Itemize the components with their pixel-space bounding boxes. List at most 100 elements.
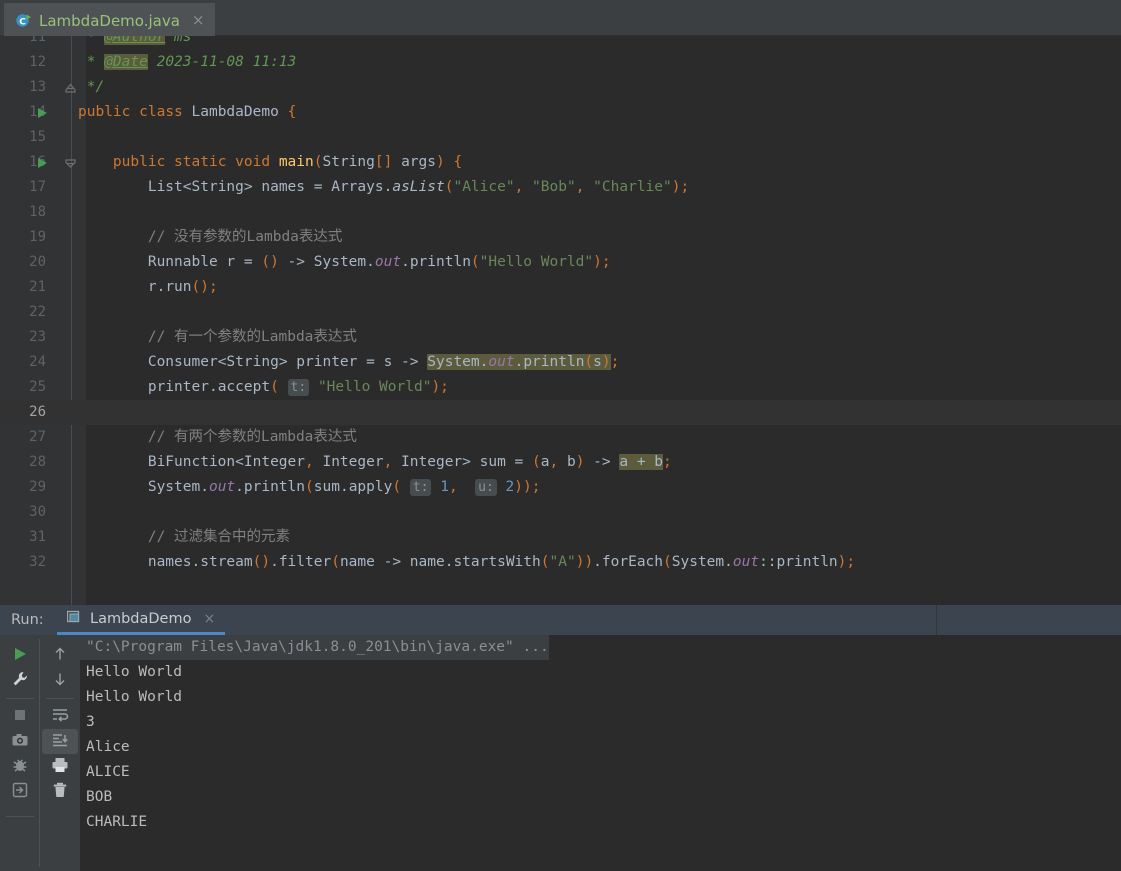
console-output[interactable]: "C:\Program Files\Java\jdk1.8.0_201\bin\… (80, 635, 1121, 871)
code-text: printer.accept( t: "Hello World"); (147, 379, 449, 396)
bug-icon (11, 756, 29, 778)
line-number: 21 (29, 279, 46, 295)
line-number: 24 (29, 354, 46, 370)
fold-marker-icon[interactable] (64, 81, 77, 94)
line-number: 29 (29, 479, 46, 495)
run-tab-lambdademo[interactable]: LambdaDemo × (57, 605, 226, 635)
next-occurrence-button[interactable] (42, 668, 78, 693)
code-text: // 有两个参数的Lambda表达式 (78, 429, 357, 445)
play-icon (11, 645, 29, 667)
editor-tab-label: LambdaDemo.java (39, 11, 180, 30)
code-text: names.stream().filter(name -> name.start… (147, 554, 856, 570)
code-line[interactable]: 18 (0, 200, 1121, 225)
console-window-icon (66, 609, 82, 628)
code-line[interactable]: 25 printer.accept( t: "Hello World"); (0, 375, 1121, 400)
line-number: 22 (29, 304, 46, 320)
code-text: r.run(); (147, 279, 218, 295)
code-line[interactable]: 29 System.out.println(sum.apply( t: 1, u… (0, 475, 1121, 500)
stop-button[interactable] (2, 704, 38, 729)
previous-occurrence-button[interactable] (42, 643, 78, 668)
code-line[interactable]: 12 * @Date 2023-11-08 11:13 (0, 50, 1121, 75)
fold-marker-icon[interactable] (64, 156, 77, 169)
trash-icon (51, 781, 69, 803)
soft-wrap-button[interactable] (42, 704, 78, 729)
console-line: ALICE (86, 764, 130, 780)
camera-icon (11, 731, 29, 753)
code-line[interactable]: 20 Runnable r = () -> System.out.println… (0, 250, 1121, 275)
line-number: 25 (29, 379, 46, 395)
code-line[interactable]: 23 // 有一个参数的Lambda表达式 (0, 325, 1121, 350)
code-line[interactable]: 28 BiFunction<Integer, Integer, Integer>… (0, 450, 1121, 475)
scroll-to-end-icon (51, 731, 69, 753)
code-line[interactable]: 22 (0, 300, 1121, 325)
scroll-to-end-button[interactable] (42, 729, 78, 754)
arrow-up-icon (51, 645, 69, 667)
line-number: 18 (29, 204, 46, 220)
console-line: Alice (86, 739, 130, 755)
code-line[interactable]: 32 names.stream().filter(name -> name.st… (0, 550, 1121, 575)
console-line: BOB (86, 789, 113, 805)
run-tab-label: LambdaDemo (90, 610, 192, 627)
code-text: * @Author ms (78, 36, 192, 50)
line-number: 19 (29, 229, 46, 245)
code-text: // 有一个参数的Lambda表达式 (78, 329, 357, 345)
run-tool-window: Run: LambdaDemo × "C:\Program Files\Java… (0, 605, 1121, 871)
run-toolbar-left[interactable] (0, 635, 40, 871)
line-number: 15 (29, 129, 46, 145)
soft-wrap-icon (51, 706, 69, 728)
code-text: public static void main(String[] args) { (112, 154, 463, 170)
clear-all-button[interactable] (42, 779, 78, 804)
code-line[interactable]: 30 (0, 500, 1121, 525)
edit-configurations-button[interactable] (2, 668, 38, 693)
code-editor[interactable]: 11 * @Author ms 12 * @Date 2023-11-08 11:… (0, 36, 1121, 605)
console-folded-line[interactable]: "C:\Program Files\Java\jdk1.8.0_201\bin\… (80, 635, 549, 660)
editor-tab-lambdademo[interactable]: C LambdaDemo.java × (4, 3, 216, 36)
run-toolbar-right[interactable] (40, 635, 80, 871)
code-text: * @Date 2023-11-08 11:13 (78, 54, 297, 70)
code-line[interactable]: 11 * @Author ms (0, 36, 1121, 50)
line-number: 11 (29, 36, 46, 45)
rerun-button[interactable] (2, 643, 38, 668)
code-text: Consumer<String> printer = s -> System.o… (147, 354, 620, 370)
stop-square-icon (11, 706, 29, 728)
run-gutter-icon[interactable] (38, 158, 47, 168)
code-text: Runnable r = () -> System.out.println("H… (147, 254, 611, 270)
toolbar-divider (39, 639, 40, 867)
svg-text:C: C (19, 17, 26, 27)
code-line[interactable]: 16 public static void main(String[] args… (0, 150, 1121, 175)
line-number: 31 (29, 529, 46, 545)
screenshot-button[interactable] (2, 729, 38, 754)
export-button[interactable] (2, 779, 38, 804)
code-line[interactable]: 19 // 没有参数的Lambda表达式 (0, 225, 1121, 250)
run-gutter-icon[interactable] (38, 108, 47, 118)
code-line[interactable]: 31 // 过滤集合中的元素 (0, 525, 1121, 550)
line-number: 32 (29, 554, 46, 570)
console-line: CHARLIE (86, 814, 148, 830)
code-content[interactable]: 11 * @Author ms 12 * @Date 2023-11-08 11:… (0, 36, 1121, 605)
code-line[interactable]: 15 (0, 125, 1121, 150)
close-icon[interactable]: × (190, 13, 207, 28)
print-button[interactable] (42, 754, 78, 779)
code-line[interactable]: 26 (0, 400, 1121, 425)
wrench-icon (11, 670, 29, 692)
debug-button[interactable] (2, 754, 38, 779)
code-text: // 没有参数的Lambda表达式 (78, 229, 343, 245)
editor-tab-bar: C LambdaDemo.java × (0, 0, 1121, 36)
run-window-label: Run: (11, 612, 44, 628)
code-line[interactable]: 21 r.run(); (0, 275, 1121, 300)
header-divider (936, 605, 937, 635)
code-line[interactable]: 14 public class LambdaDemo { (0, 100, 1121, 125)
line-number: 30 (29, 504, 46, 520)
line-number: 20 (29, 254, 46, 270)
code-line[interactable]: 24 Consumer<String> printer = s -> Syste… (0, 350, 1121, 375)
code-line[interactable]: 13 */ (0, 75, 1121, 100)
arrow-down-icon (51, 670, 69, 692)
console-line: Hello World (86, 689, 183, 705)
close-icon[interactable]: × (203, 611, 215, 627)
code-line[interactable]: 27 // 有两个参数的Lambda表达式 (0, 425, 1121, 450)
run-window-body: "C:\Program Files\Java\jdk1.8.0_201\bin\… (0, 635, 1121, 871)
code-text: // 过滤集合中的元素 (78, 529, 291, 545)
code-line[interactable]: 17 List<String> names = Arrays.asList("A… (0, 175, 1121, 200)
line-number: 23 (29, 329, 46, 345)
line-number: 28 (29, 454, 46, 470)
